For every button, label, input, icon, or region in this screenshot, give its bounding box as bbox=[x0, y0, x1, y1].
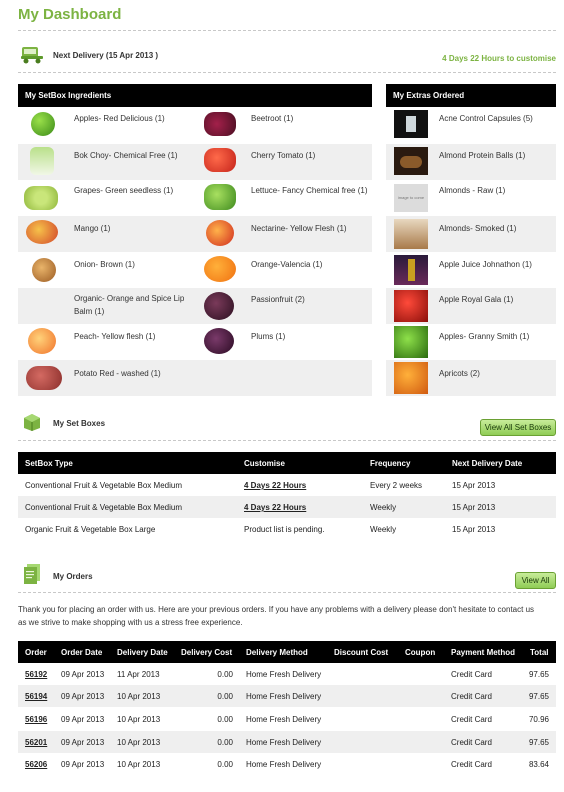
smoked-almonds-icon bbox=[394, 219, 428, 249]
list-item: Bok Choy- Chemical Free (1) bbox=[74, 151, 178, 160]
table-row: Organic Fruit & Vegetable Box Large Prod… bbox=[25, 525, 496, 534]
orders-document-icon bbox=[22, 563, 42, 587]
peach-icon bbox=[28, 328, 56, 354]
divider bbox=[18, 72, 556, 73]
list-item: Plums (1) bbox=[251, 332, 286, 341]
beetroot-icon bbox=[204, 112, 236, 136]
list-item: Almond Protein Balls (1) bbox=[439, 151, 526, 160]
list-item: Almonds - Raw (1) bbox=[439, 186, 506, 195]
list-item: Apple Juice Johnathon (1) bbox=[439, 260, 532, 269]
plum-icon bbox=[204, 328, 234, 354]
col-header: Delivery Cost bbox=[181, 648, 233, 657]
col-header: Order bbox=[25, 648, 47, 657]
table-row: 56206 09 Apr 2013 10 Apr 2013 0.00 Home … bbox=[25, 760, 549, 769]
list-item: Organic- Orange and Spice Lip Balm (1) bbox=[74, 294, 185, 316]
list-item: Peach- Yellow flesh (1) bbox=[74, 332, 156, 341]
green-grapes-icon bbox=[24, 186, 58, 210]
mango-icon bbox=[26, 220, 58, 244]
lettuce-icon bbox=[204, 184, 236, 210]
table-row: 56194 09 Apr 2013 10 Apr 2013 0.00 Home … bbox=[18, 685, 556, 707]
image-to-come-icon: image to come bbox=[394, 184, 428, 212]
list-item: Passionfruit (2) bbox=[251, 295, 305, 304]
col-header: Coupon bbox=[405, 648, 436, 657]
list-item: Onion- Brown (1) bbox=[74, 260, 135, 269]
divider bbox=[18, 440, 556, 441]
col-header: Customise bbox=[244, 459, 285, 468]
list-item: Apricots (2) bbox=[439, 369, 480, 378]
col-header: SetBox Type bbox=[25, 459, 73, 468]
list-item: Almonds- Smoked (1) bbox=[439, 224, 517, 233]
apple-juice-icon bbox=[394, 255, 428, 285]
list-item: Potato Red - washed (1) bbox=[74, 369, 161, 378]
bok-choy-icon bbox=[30, 147, 54, 175]
set-boxes-table-header: SetBox Type Customise Frequency Next Del… bbox=[18, 452, 556, 474]
list-item: Apples- Granny Smith (1) bbox=[439, 332, 530, 341]
next-delivery-label: Next Delivery (15 Apr 2013 ) bbox=[53, 51, 159, 60]
onion-icon bbox=[32, 258, 56, 282]
order-link[interactable]: 56196 bbox=[25, 715, 47, 724]
nectarine-icon bbox=[206, 220, 234, 246]
view-all-set-boxes-button[interactable]: View All Set Boxes bbox=[480, 419, 556, 436]
col-header: Order Date bbox=[61, 648, 103, 657]
divider bbox=[18, 30, 556, 31]
extras-header-label: My Extras Ordered bbox=[393, 91, 465, 100]
table-row: Conventional Fruit & Vegetable Box Mediu… bbox=[25, 481, 496, 490]
list-item: Nectarine- Yellow Flesh (1) bbox=[251, 224, 347, 233]
col-header: Next Delivery Date bbox=[452, 459, 523, 468]
list-item: Cherry Tomato (1) bbox=[251, 151, 316, 160]
order-link[interactable]: 56194 bbox=[25, 692, 47, 701]
extras-header: My Extras Ordered bbox=[386, 84, 556, 107]
list-item: Orange-Valencia (1) bbox=[251, 260, 323, 269]
cherry-tomato-icon bbox=[204, 148, 236, 172]
col-header: Total bbox=[530, 648, 549, 657]
ingredients-header-label: My SetBox Ingredients bbox=[25, 91, 112, 100]
delivery-truck-icon bbox=[20, 44, 44, 66]
orange-icon bbox=[204, 256, 236, 282]
page-title: My Dashboard bbox=[18, 6, 122, 23]
apricots-icon bbox=[394, 362, 428, 394]
set-boxes-label: My Set Boxes bbox=[53, 419, 106, 428]
list-item: Acne Control Capsules (5) bbox=[439, 114, 533, 123]
customise-link[interactable]: 4 Days 22 Hours bbox=[244, 481, 306, 490]
table-row: 56201 09 Apr 2013 10 Apr 2013 0.00 Home … bbox=[18, 731, 556, 753]
col-header: Frequency bbox=[370, 459, 411, 468]
order-link[interactable]: 56192 bbox=[25, 670, 47, 679]
col-header: Delivery Date bbox=[117, 648, 168, 657]
customise-countdown: 4 Days 22 Hours to customise bbox=[442, 54, 556, 63]
customise-link[interactable]: 4 Days 22 Hours bbox=[244, 503, 306, 512]
table-row: 56192 09 Apr 2013 11 Apr 2013 0.00 Home … bbox=[25, 670, 549, 679]
table-row: 56196 09 Apr 2013 10 Apr 2013 0.00 Home … bbox=[25, 715, 549, 724]
col-header: Payment Method bbox=[451, 648, 516, 657]
col-header: Discount Cost bbox=[334, 648, 389, 657]
divider bbox=[18, 592, 556, 593]
orders-label: My Orders bbox=[53, 572, 93, 581]
list-item: Apple Royal Gala (1) bbox=[439, 295, 514, 304]
order-link[interactable]: 56206 bbox=[25, 760, 47, 769]
granny-smith-icon bbox=[394, 326, 428, 358]
passionfruit-icon bbox=[204, 292, 234, 320]
protein-balls-icon bbox=[394, 147, 428, 175]
view-all-orders-button[interactable]: View All bbox=[515, 572, 556, 589]
royal-gala-icon bbox=[394, 290, 428, 322]
list-item: Apples- Red Delicious (1) bbox=[74, 114, 165, 123]
list-item: Grapes- Green seedless (1) bbox=[74, 186, 174, 195]
list-item: Lettuce- Fancy Chemical free (1) bbox=[251, 186, 368, 195]
orders-intro-text: Thank you for placing an order with us. … bbox=[18, 605, 535, 627]
ingredients-header: My SetBox Ingredients bbox=[18, 84, 372, 107]
list-item: Beetroot (1) bbox=[251, 114, 294, 123]
col-header: Delivery Method bbox=[246, 648, 308, 657]
capsules-icon bbox=[394, 110, 428, 138]
order-link[interactable]: 56201 bbox=[25, 738, 47, 747]
list-item: Mango (1) bbox=[74, 224, 111, 233]
orders-table-header: Order Order Date Delivery Date Delivery … bbox=[18, 641, 556, 663]
table-row: Conventional Fruit & Vegetable Box Mediu… bbox=[18, 496, 556, 518]
box-icon bbox=[22, 412, 42, 434]
red-apple-icon bbox=[31, 112, 55, 136]
red-potato-icon bbox=[26, 366, 62, 390]
